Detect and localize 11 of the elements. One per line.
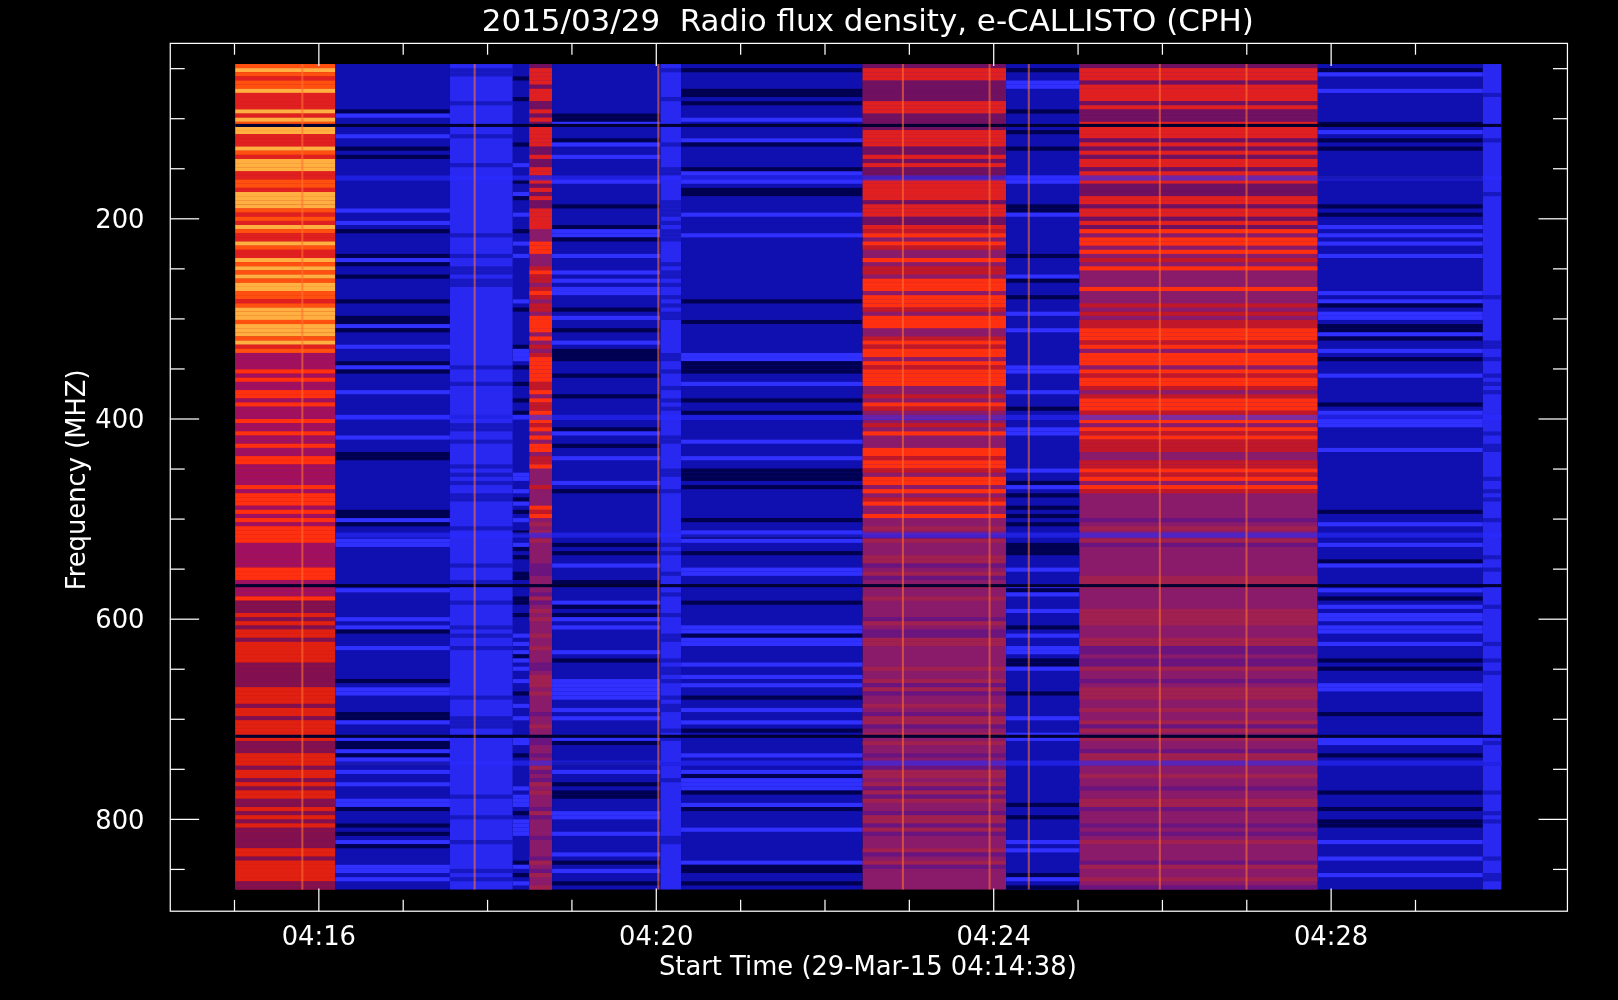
y-tick-label: 800 <box>95 804 145 835</box>
x-tick-label: 04:24 <box>956 921 1031 952</box>
x-tick-label: 04:16 <box>281 921 356 952</box>
x-tick-label: 04:20 <box>619 921 694 952</box>
chart-title: 2015/03/29 Radio flux density, e-CALLISTO (CPH) <box>481 2 1254 38</box>
x-tick-label: 04:28 <box>1294 921 1369 952</box>
y-tick-label: 400 <box>95 404 145 435</box>
y-tick-label: 600 <box>95 604 145 635</box>
y-axis-label: Frequency (MHZ) <box>60 369 91 591</box>
y-tick-label: 200 <box>95 204 145 235</box>
x-axis-label: Start Time (29-Mar-15 04:14:38) <box>658 951 1077 982</box>
